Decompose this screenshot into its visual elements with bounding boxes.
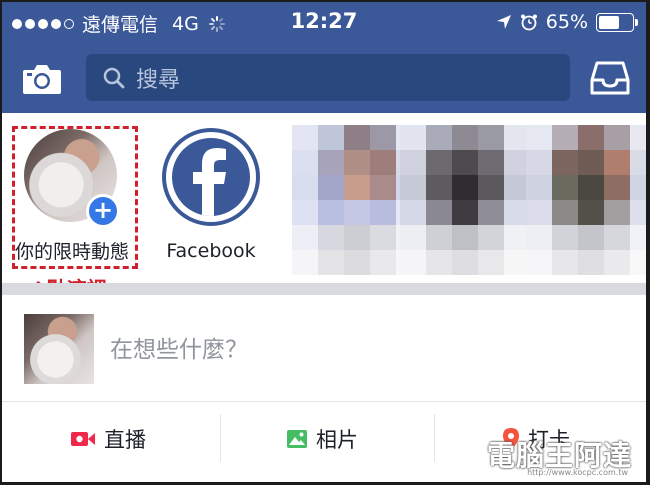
my-story-label[interactable]: 你的限時動態	[4, 237, 140, 264]
stories-tray: + 你的限時動態 Facebook	[2, 113, 646, 279]
section-divider	[2, 283, 646, 295]
photo-icon	[287, 430, 307, 448]
search-bar[interactable]: 搜尋	[86, 54, 570, 101]
battery-level	[599, 15, 620, 29]
signal-strength-icon	[12, 18, 74, 29]
action-separator	[220, 414, 221, 462]
story-thumbnail-blurred[interactable]	[526, 125, 646, 275]
app-frame: 遠傳電信 4G 12:27 65% 搜尋 + 你的限時動態 Facebook 在…	[0, 0, 650, 485]
status-composer[interactable]: 在想些什麼？	[2, 295, 646, 401]
search-placeholder: 搜尋	[136, 67, 181, 93]
status-left: 遠傳電信 4G	[12, 10, 225, 37]
location-arrow-icon	[496, 15, 511, 29]
camera-icon[interactable]	[22, 62, 62, 96]
live-label: 直播	[104, 428, 146, 452]
story-thumbnail-blurred[interactable]	[400, 125, 530, 275]
facebook-logo-icon	[172, 138, 250, 216]
photo-label: 相片	[316, 428, 358, 452]
facebook-story-label[interactable]: Facebook	[152, 240, 270, 262]
composer-actions: 直播 相片 打卡 電腦王阿達 http://www.kocpc.com.tw	[2, 402, 646, 482]
composer-prompt[interactable]: 在想些什麼？	[110, 330, 248, 364]
inbox-icon[interactable]	[590, 60, 630, 96]
photo-button[interactable]: 相片	[286, 424, 358, 454]
battery-icon	[596, 12, 638, 32]
status-right: 65%	[496, 11, 638, 33]
status-bar: 遠傳電信 4G 12:27 65%	[2, 2, 646, 42]
battery-percent: 65%	[545, 11, 588, 33]
facebook-story-avatar[interactable]	[162, 128, 260, 226]
watermark-url: http://www.kocpc.com.tw	[527, 468, 628, 477]
carrier-name: 遠傳電信	[82, 14, 159, 36]
search-icon	[103, 67, 125, 88]
alarm-clock-icon	[520, 14, 537, 31]
add-story-plus-icon[interactable]: +	[86, 194, 120, 228]
live-button[interactable]: 直播	[70, 424, 146, 454]
network-type: 4G	[172, 12, 199, 35]
action-separator	[434, 414, 435, 462]
activity-spinner-icon	[208, 15, 225, 32]
top-nav-bar: 搜尋	[2, 42, 646, 113]
live-video-icon	[71, 432, 95, 446]
user-avatar	[24, 314, 94, 384]
